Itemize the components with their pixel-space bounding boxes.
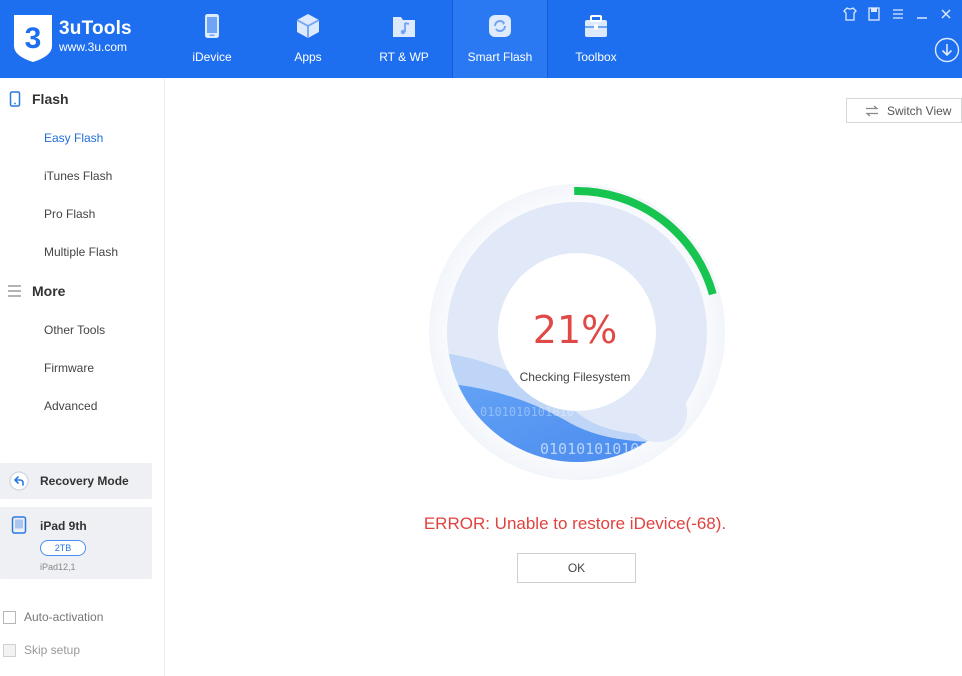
sidebar-item-firmware[interactable]: Firmware <box>0 353 164 383</box>
section-title: Flash <box>32 91 69 107</box>
back-arrow-icon <box>9 471 29 491</box>
mode-label: Recovery Mode <box>40 474 129 488</box>
nav-apps[interactable]: Apps <box>260 0 356 78</box>
sidebar-item-itunes-flash[interactable]: iTunes Flash <box>0 161 164 191</box>
tablet-icon <box>11 516 27 534</box>
brand: 3 3uTools www.3u.com <box>10 12 160 62</box>
sidebar-item-advanced[interactable]: Advanced <box>0 391 164 421</box>
ok-button[interactable]: OK <box>517 553 636 583</box>
checkbox-box[interactable] <box>3 610 16 624</box>
sidebar-item-easy-flash[interactable]: Easy Flash <box>0 123 164 153</box>
section-flash: Flash <box>0 84 165 114</box>
nav-label: Toolbox <box>575 50 617 64</box>
checkbox-label: Skip setup <box>24 643 81 657</box>
device-model: iPad12,1 <box>40 562 76 572</box>
switch-view-button[interactable]: Switch View <box>846 98 962 123</box>
music-folder-icon <box>393 17 415 37</box>
nav-rt-wp[interactable]: RT & WP <box>356 0 452 78</box>
sidebar: Flash Easy Flash iTunes Flash Pro Flash … <box>0 78 165 676</box>
download-icon[interactable] <box>934 37 960 63</box>
checkbox-box[interactable] <box>3 643 16 657</box>
phone-icon <box>9 91 21 107</box>
nav-smart-flash[interactable]: Smart Flash <box>452 0 548 78</box>
capacity-badge: 2TB <box>40 540 86 556</box>
close-icon[interactable] <box>938 6 954 22</box>
logo-icon: 3 <box>14 15 52 62</box>
auto-activation-checkbox[interactable]: Auto-activation <box>3 608 103 626</box>
toolbox-icon <box>585 15 607 37</box>
progress-status: Checking Filesystem <box>519 370 631 384</box>
swap-icon <box>865 105 879 117</box>
nav-label: Smart Flash <box>467 50 533 64</box>
note-icon[interactable] <box>866 6 882 22</box>
error-message: ERROR: Unable to restore iDevice(-68). <box>423 514 727 533</box>
sidebar-item-other-tools[interactable]: Other Tools <box>0 315 164 345</box>
progress-percent: 21% <box>532 308 618 352</box>
sidebar-item-multiple-flash[interactable]: Multiple Flash <box>0 237 164 267</box>
nav-toolbox[interactable]: Toolbox <box>548 0 644 78</box>
switch-view-label: Switch View <box>887 104 952 118</box>
nav-label: Apps <box>294 50 322 64</box>
refresh-icon <box>489 15 511 37</box>
svg-text:3: 3 <box>25 22 42 55</box>
top-bar: 3 3uTools www.3u.com iDevice Apps RT & W… <box>0 0 962 78</box>
nav-label: iDevice <box>192 50 232 64</box>
brand-url: www.3u.com <box>59 40 128 54</box>
list-icon <box>8 285 21 297</box>
nav-label: RT & WP <box>379 50 429 64</box>
recovery-mode-card[interactable]: Recovery Mode <box>0 463 152 499</box>
menu-icon[interactable] <box>890 6 906 22</box>
brand-name: 3uTools <box>59 18 132 39</box>
minimize-icon[interactable] <box>914 6 930 22</box>
skip-setup-checkbox[interactable]: Skip setup <box>3 641 80 659</box>
shirt-icon[interactable] <box>842 6 858 22</box>
checkbox-label: Auto-activation <box>24 610 104 624</box>
cube-icon <box>296 14 320 38</box>
gauge-knob <box>627 382 687 442</box>
section-more: More <box>0 276 165 306</box>
window-controls <box>842 6 954 22</box>
device-card: iPad 9th 2TB iPad12,1 <box>0 507 152 579</box>
section-title: More <box>32 283 66 299</box>
phone-icon <box>205 14 219 38</box>
nav-idevice[interactable]: iDevice <box>164 0 260 78</box>
device-name: iPad 9th <box>40 519 87 533</box>
main-nav: iDevice Apps RT & WP Smart Flash Toolbox <box>164 0 644 78</box>
sidebar-item-pro-flash[interactable]: Pro Flash <box>0 199 164 229</box>
